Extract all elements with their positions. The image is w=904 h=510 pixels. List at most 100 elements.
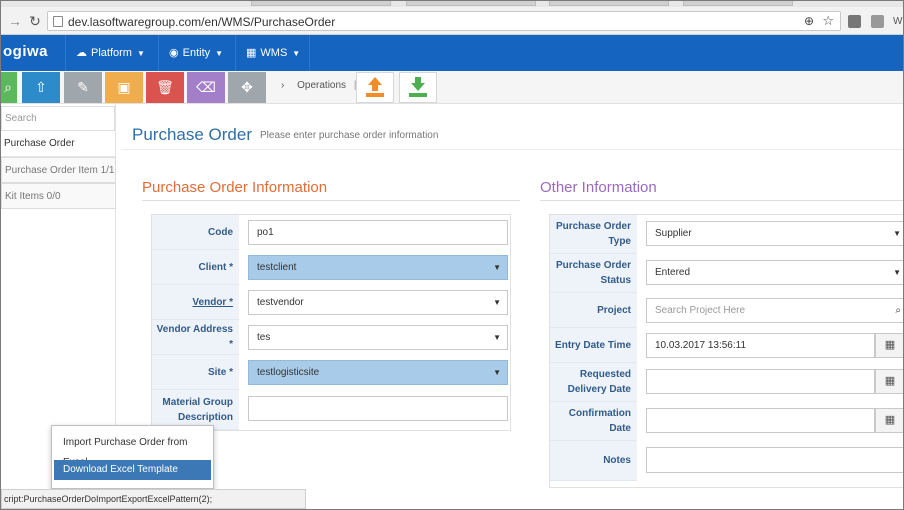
chevron-down-icon: ▼ <box>215 49 224 58</box>
form-row-po-type: Purchase Order Type Supplier ▼ <box>550 215 903 254</box>
nav-divider <box>309 35 310 71</box>
import-purchase-order-menu-item[interactable]: Import Purchase Order from Excel <box>54 433 211 468</box>
browser-tab[interactable] <box>406 1 536 6</box>
edit-icon: ✎ <box>77 79 89 95</box>
sidebar-item-kit-items[interactable]: Kit Items 0/0 <box>1 183 116 209</box>
vendor-label-link[interactable]: Vendor * <box>152 285 239 320</box>
browser-status-bar: cript:PurchaseOrderDoImportExportExcelPa… <box>1 489 306 509</box>
material-group-label: Material Group Description <box>152 390 239 430</box>
search-icon[interactable]: ⌕ <box>895 299 901 322</box>
vendor-address-label: Vendor Address * <box>152 320 239 355</box>
reload-icon[interactable]: ↻ <box>27 13 43 29</box>
browser-window: → ↻ dev.lasoftwaregroup.com/en/WMS/Purch… <box>0 0 904 510</box>
export-upload-icon <box>366 77 384 97</box>
calendar-icon[interactable]: ▦ <box>875 369 903 394</box>
form-row-vendor-address: Vendor Address * tes ▼ <box>152 320 510 355</box>
url-text: dev.lasoftwaregroup.com/en/WMS/PurchaseO… <box>68 15 336 29</box>
form-row-requested-delivery: Requested Delivery Date ▦ <box>550 363 903 402</box>
delete-button[interactable]: 🗑 <box>146 72 184 103</box>
section-title-po-info: Purchase Order Information <box>142 179 328 196</box>
cloud-icon: ☁ <box>76 47 87 59</box>
form-row-confirmation-date: Confirmation Date ▦ <box>550 402 903 441</box>
dropdown-arrow-icon: ▼ <box>893 229 901 238</box>
browser-tab[interactable] <box>683 1 793 6</box>
dropdown-arrow-icon: ▼ <box>493 298 501 307</box>
delete-icon: 🗑 <box>156 79 174 95</box>
dropdown-arrow-icon: ▼ <box>493 263 501 272</box>
nav-entity[interactable]: ◉ Entity ▼ <box>158 35 233 71</box>
divider <box>540 200 903 201</box>
bookmark-star-icon[interactable]: ☆ <box>822 13 834 29</box>
code-field[interactable]: po1 <box>248 220 508 245</box>
browser-tab[interactable] <box>251 1 391 6</box>
entry-date-label: Entry Date Time <box>550 328 637 363</box>
po-status-select[interactable]: Entered ▼ <box>646 260 903 285</box>
upload-button[interactable]: ⇧ <box>22 72 60 103</box>
form-row-entry-date: Entry Date Time 10.03.2017 13:56:11 ▦ <box>550 328 903 363</box>
sidebar-search-input[interactable]: Search <box>1 106 115 131</box>
requested-delivery-field[interactable] <box>646 369 875 394</box>
action-toolbar: ⌕ ⇧ ✎ ▣ 🗑 ⌫ ✥ › Operations | <box>1 71 903 104</box>
edit-button[interactable]: ✎ <box>64 72 102 103</box>
vendor-address-select[interactable]: tes ▼ <box>248 325 508 350</box>
camera-extension-icon[interactable] <box>848 15 861 28</box>
calendar-icon[interactable]: ▦ <box>875 408 903 433</box>
translate-extension-icon[interactable] <box>871 15 884 28</box>
form-row-project: Project Search Project Here ⌕ <box>550 293 903 328</box>
browser-tab[interactable] <box>549 1 669 6</box>
form-row-client: Client * testclient ▼ <box>152 250 510 285</box>
nav-wms[interactable]: ▦ WMS ▼ <box>235 35 310 71</box>
app-logo[interactable]: ogiwa <box>3 43 48 60</box>
other-info-form: Purchase Order Type Supplier ▼ Purchase O… <box>549 214 903 488</box>
divider <box>142 200 520 201</box>
import-excel-button[interactable] <box>399 72 437 103</box>
nav-entity-label: Entity <box>182 47 211 59</box>
confirmation-date-field[interactable] <box>646 408 875 433</box>
excel-popup-menu: Import Purchase Order from Excel Downloa… <box>51 425 214 489</box>
save-button[interactable]: ▣ <box>105 72 143 103</box>
site-select[interactable]: testlogisticsite ▼ <box>248 360 508 385</box>
chevron-right-icon: › <box>281 80 285 91</box>
page-subtitle: Please enter purchase order information <box>260 130 439 141</box>
profile-initial[interactable]: W <box>893 16 902 27</box>
upload-icon: ⇧ <box>35 79 47 95</box>
import-download-icon <box>409 77 427 97</box>
client-select[interactable]: testclient ▼ <box>248 255 508 280</box>
calendar-icon[interactable]: ▦ <box>875 333 903 358</box>
app-navbar: ogiwa ☁ Platform ▼ ◉ Entity ▼ ▦ WMS ▼ <box>1 35 903 71</box>
dropdown-arrow-icon: ▼ <box>893 268 901 277</box>
url-field[interactable]: dev.lasoftwaregroup.com/en/WMS/PurchaseO… <box>47 11 841 31</box>
requested-delivery-label: Requested Delivery Date <box>550 363 637 402</box>
page-title: Purchase Order <box>132 125 252 144</box>
save-icon: ▣ <box>117 79 131 95</box>
form-row-code: Code po1 <box>152 215 510 250</box>
page-icon <box>53 16 63 27</box>
sidebar-item-purchase-order-item[interactable]: Purchase Order Item 1/1 <box>1 157 116 183</box>
chevron-down-icon: ▼ <box>292 49 301 58</box>
dropdown-arrow-icon: ▼ <box>493 333 501 342</box>
globe-icon: ◉ <box>169 47 179 59</box>
export-excel-button[interactable] <box>356 72 394 103</box>
vendor-select[interactable]: testvendor ▼ <box>248 290 508 315</box>
zoom-icon[interactable]: ⊕ <box>804 14 814 28</box>
form-row-po-status: Purchase Order Status Entered ▼ <box>550 254 903 293</box>
breadcrumb-operations[interactable]: Operations <box>297 80 346 91</box>
move-button[interactable]: ✥ <box>228 72 266 103</box>
download-excel-template-menu-item[interactable]: Download Excel Template <box>54 460 211 480</box>
po-status-label: Purchase Order Status <box>550 254 637 293</box>
entry-date-field[interactable]: 10.03.2017 13:56:11 <box>646 333 875 358</box>
address-bar-row: → ↻ dev.lasoftwaregroup.com/en/WMS/Purch… <box>1 7 903 35</box>
nav-platform[interactable]: ☁ Platform ▼ <box>65 35 155 71</box>
project-search-input[interactable]: Search Project Here ⌕ <box>646 298 903 323</box>
clear-button[interactable]: ⌫ <box>187 72 225 103</box>
confirmation-date-label: Confirmation Date <box>550 402 637 441</box>
search-button[interactable]: ⌕ <box>1 72 17 103</box>
notes-label: Notes <box>550 441 637 481</box>
po-type-label: Purchase Order Type <box>550 215 637 254</box>
notes-field[interactable] <box>646 447 903 473</box>
sidebar-item-purchase-order[interactable]: Purchase Order <box>1 131 116 157</box>
code-label: Code <box>152 215 239 250</box>
po-type-select[interactable]: Supplier ▼ <box>646 221 903 246</box>
back-arrow-icon[interactable]: → <box>7 13 23 29</box>
material-group-field[interactable] <box>248 396 508 421</box>
